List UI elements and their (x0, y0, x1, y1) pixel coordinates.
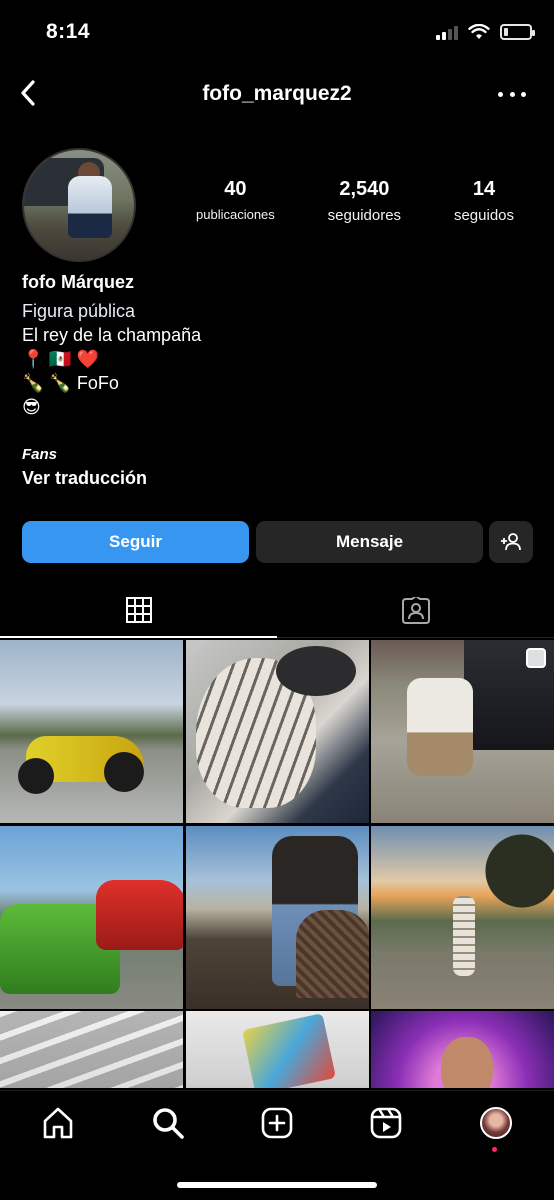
see-translation-link[interactable]: Ver traducción (22, 468, 147, 489)
status-bar: 8:14 (0, 0, 554, 60)
tagged-icon (401, 596, 430, 624)
post-thumbnail[interactable] (185, 825, 369, 1009)
profile-display-name: fofo Márquez (22, 272, 134, 292)
posts-count-label: publicaciones (196, 207, 275, 222)
bio-line: 😎 (22, 397, 41, 417)
status-icons (436, 24, 535, 40)
profile-tabs (0, 584, 554, 638)
nav-home[interactable] (40, 1105, 76, 1141)
post-thumbnail[interactable] (371, 640, 554, 823)
posts-count-value: 40 (224, 178, 247, 200)
profile-bio: fofo Márquez Figura pública El rey de la… (22, 272, 522, 419)
suggested-accounts-button[interactable] (489, 521, 533, 563)
grid-icon (125, 597, 152, 623)
nav-reels[interactable] (368, 1105, 404, 1141)
profile-username: fofo_marquez2 (202, 82, 352, 105)
more-options-icon[interactable] (498, 82, 526, 106)
message-button[interactable]: Mensaje (256, 521, 483, 563)
create-icon (261, 1107, 293, 1139)
following-count[interactable]: 14 seguidos (454, 178, 514, 224)
profile-header: fofo_marquez2 (0, 68, 554, 120)
carousel-icon (526, 648, 546, 668)
bio-fans-label: Fans (22, 446, 58, 463)
bio-line: 🍾 🍾 FoFo (22, 373, 119, 393)
signal-icon (436, 24, 458, 40)
bio-line: 📍 🇲🇽 ❤️ (22, 349, 100, 369)
posts-grid (0, 640, 554, 1088)
post-thumbnail[interactable] (0, 825, 183, 1009)
post-thumbnail[interactable] (185, 640, 369, 823)
bio-line: El rey de la champaña (22, 325, 202, 345)
battery-icon (500, 24, 535, 40)
post-thumbnail[interactable] (371, 825, 554, 1009)
home-icon (43, 1107, 73, 1139)
home-indicator[interactable] (177, 1182, 377, 1188)
tab-posts-grid[interactable] (0, 584, 277, 638)
post-thumbnail[interactable] (185, 1011, 369, 1088)
profile-stats: 40 publicaciones 2,540 seguidores 14 seg… (196, 178, 514, 224)
following-count-value: 14 (472, 178, 496, 200)
nav-create[interactable] (259, 1105, 295, 1141)
search-icon (153, 1108, 184, 1139)
followers-count-value: 2,540 (339, 178, 390, 200)
wifi-icon (468, 24, 490, 39)
nav-search[interactable] (150, 1105, 186, 1141)
post-thumbnail[interactable] (0, 640, 183, 823)
profile-avatar[interactable] (22, 148, 136, 262)
post-thumbnail[interactable] (0, 1011, 183, 1088)
status-time: 8:14 (46, 20, 91, 43)
tab-tagged[interactable] (277, 584, 554, 638)
add-person-icon (501, 533, 521, 551)
nav-profile[interactable] (478, 1105, 514, 1141)
post-thumbnail[interactable] (371, 1011, 554, 1088)
notification-dot (492, 1147, 497, 1152)
profile-avatar-icon (480, 1107, 512, 1139)
reels-icon (370, 1107, 402, 1139)
posts-count[interactable]: 40 publicaciones (196, 178, 275, 224)
profile-category: Figura pública (22, 301, 136, 321)
followers-count-label: seguidores (327, 207, 402, 224)
following-count-label: seguidos (453, 207, 514, 224)
follow-button[interactable]: Seguir (22, 521, 249, 563)
followers-count[interactable]: 2,540 seguidores (328, 178, 401, 224)
